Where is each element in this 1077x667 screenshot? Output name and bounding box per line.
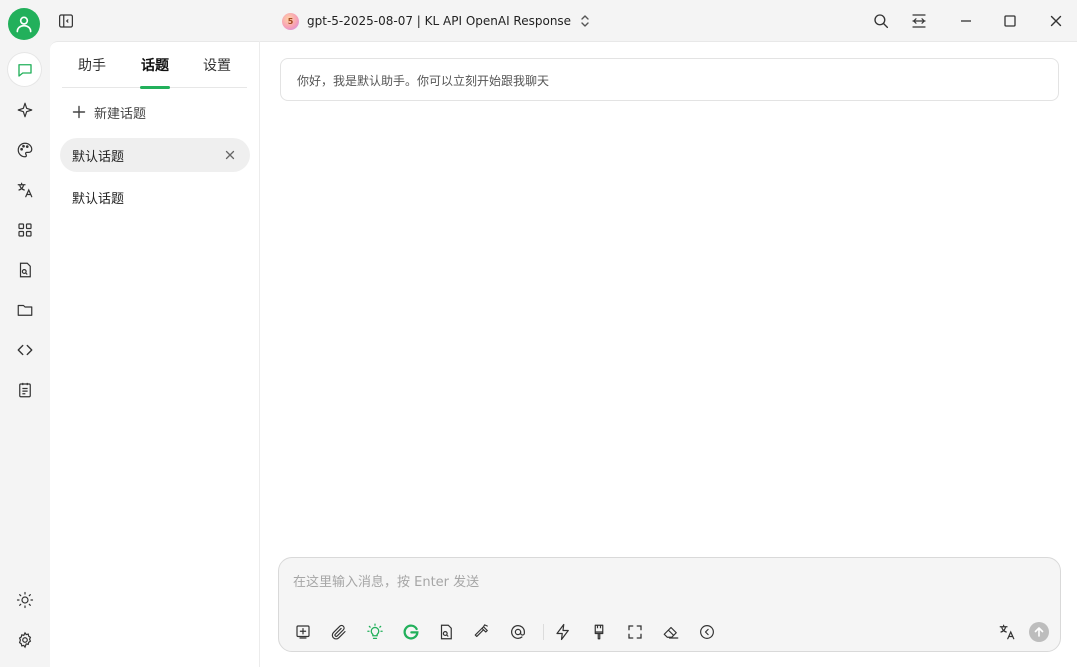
google-g-icon (403, 624, 419, 640)
toolbar-divider (543, 624, 544, 640)
theme-toggle-button[interactable] (8, 583, 41, 616)
close-icon[interactable] (224, 149, 236, 161)
rail-paint-button[interactable] (8, 133, 41, 166)
expand-width-icon (912, 14, 926, 28)
mention-model-button[interactable] (507, 621, 529, 643)
quick-phrases-button[interactable] (552, 621, 574, 643)
new-topic-button[interactable]: 新建话题 (72, 103, 147, 122)
settings-button[interactable] (8, 623, 41, 656)
app-rail (0, 0, 50, 667)
search-button[interactable] (869, 9, 893, 33)
tab-topics[interactable]: 话题 (135, 55, 175, 75)
clear-context-button[interactable] (588, 621, 610, 643)
topic-item[interactable]: 默认话题 (60, 138, 250, 172)
sidebar-tabs: 助手 话题 设置 (62, 42, 247, 89)
thinking-toggle-button[interactable] (364, 621, 386, 643)
active-tab-indicator (140, 86, 170, 89)
notes-icon (18, 382, 31, 397)
model-name: gpt-5-2025-08-07 | KL API OpenAI Respons… (307, 14, 572, 28)
user-icon (16, 16, 32, 33)
web-search-button[interactable] (400, 621, 422, 643)
chat-icon (17, 63, 32, 77)
eraser-icon (663, 626, 679, 639)
chevron-up-down-icon (581, 15, 589, 27)
folder-icon (17, 304, 32, 316)
add-message-icon (296, 625, 310, 639)
topic-sidebar: 助手 话题 设置 新建话题 默认话题 默认话题 (50, 41, 260, 667)
topic-item-label: 默认话题 (72, 149, 125, 165)
document-search-icon (19, 262, 31, 277)
narrow-mode-button[interactable] (907, 9, 931, 33)
plus-icon (72, 105, 86, 119)
arrow-up-icon (1034, 627, 1044, 637)
rail-code-button[interactable] (8, 333, 41, 366)
new-topic-label: 新建话题 (94, 106, 147, 122)
minimize-button[interactable] (954, 9, 978, 33)
sparkle-icon (17, 102, 32, 117)
sun-icon (16, 591, 33, 608)
minimize-icon (961, 20, 971, 22)
rail-folder-button[interactable] (8, 293, 41, 326)
rail-notes-button[interactable] (8, 373, 41, 406)
message-input[interactable] (293, 571, 1033, 593)
collapse-toolbar-button[interactable] (696, 621, 718, 643)
chat-area: 你好，我是默认助手。你可以立刻开始跟我聊天 (260, 41, 1077, 667)
palette-icon (17, 142, 32, 157)
model-selector[interactable]: 5 gpt-5-2025-08-07 | KL API OpenAI Respo… (282, 10, 591, 32)
tab-assistant[interactable]: 助手 (72, 55, 112, 75)
code-icon (17, 344, 32, 355)
rail-files-search-button[interactable] (8, 253, 41, 286)
search-icon (874, 14, 889, 29)
close-window-button[interactable] (1044, 9, 1068, 33)
send-button[interactable] (1029, 622, 1049, 642)
expand-input-button[interactable] (624, 621, 646, 643)
paperclip-icon (331, 624, 346, 640)
paint-brush-icon (594, 624, 604, 640)
toggle-sidebar-button[interactable] (54, 9, 78, 33)
message-composer (278, 557, 1061, 652)
apps-grid-icon (17, 222, 32, 237)
assistant-greeting-message: 你好，我是默认助手。你可以立刻开始跟我聊天 (280, 58, 1059, 101)
user-avatar[interactable] (8, 8, 40, 40)
at-sign-icon (511, 625, 525, 639)
attach-file-button[interactable] (328, 621, 350, 643)
document-search-icon (440, 624, 452, 640)
rail-chat-button[interactable] (8, 53, 41, 86)
maximize-button[interactable] (998, 9, 1022, 33)
gear-icon (18, 631, 31, 648)
translate-icon (17, 182, 32, 197)
model-logo: 5 (282, 12, 299, 30)
sidebar-collapse-icon (59, 14, 73, 28)
mcp-tools-button[interactable] (471, 621, 493, 643)
rail-translate-button[interactable] (8, 173, 41, 206)
rail-agents-button[interactable] (8, 93, 41, 126)
translate-icon (999, 624, 1015, 640)
fullscreen-icon (628, 625, 642, 639)
topic-item-label: 默认话题 (72, 191, 125, 207)
maximize-icon (1004, 15, 1016, 27)
rail-apps-button[interactable] (8, 213, 41, 246)
knowledge-base-button[interactable] (435, 621, 457, 643)
title-bar: 5 gpt-5-2025-08-07 | KL API OpenAI Respo… (50, 0, 1077, 41)
new-topic-tool-button[interactable] (292, 621, 314, 643)
hammer-icon (474, 624, 488, 638)
clear-messages-button[interactable] (660, 621, 682, 643)
lightbulb-icon (367, 623, 383, 640)
close-icon (1050, 15, 1062, 27)
translate-input-button[interactable] (996, 621, 1018, 643)
lightning-icon (556, 623, 569, 641)
chevron-left-circle-icon (700, 625, 714, 639)
tab-settings[interactable]: 设置 (197, 55, 237, 75)
topic-item[interactable]: 默认话题 (60, 180, 250, 214)
